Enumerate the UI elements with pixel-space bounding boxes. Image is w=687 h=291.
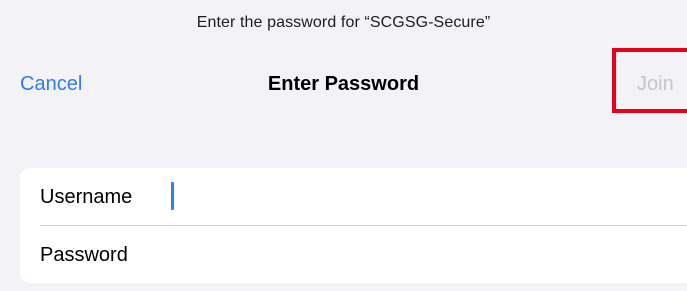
username-row[interactable]: Username <box>20 168 687 225</box>
network-prompt: Enter the password for “SCGSG-Secure” <box>196 14 491 31</box>
password-row[interactable]: Password <box>20 226 687 283</box>
page-title: Enter Password <box>267 73 420 95</box>
username-label: Username <box>40 186 133 208</box>
text-cursor <box>171 182 174 210</box>
password-field[interactable] <box>170 236 674 276</box>
join-button[interactable]: Join <box>637 73 674 96</box>
navigation-bar: Enter Password Cancel <box>0 66 687 106</box>
credentials-form: Username Password <box>20 168 687 283</box>
cancel-button[interactable]: Cancel <box>20 73 82 96</box>
username-field[interactable] <box>170 178 674 218</box>
password-label: Password <box>40 244 128 266</box>
